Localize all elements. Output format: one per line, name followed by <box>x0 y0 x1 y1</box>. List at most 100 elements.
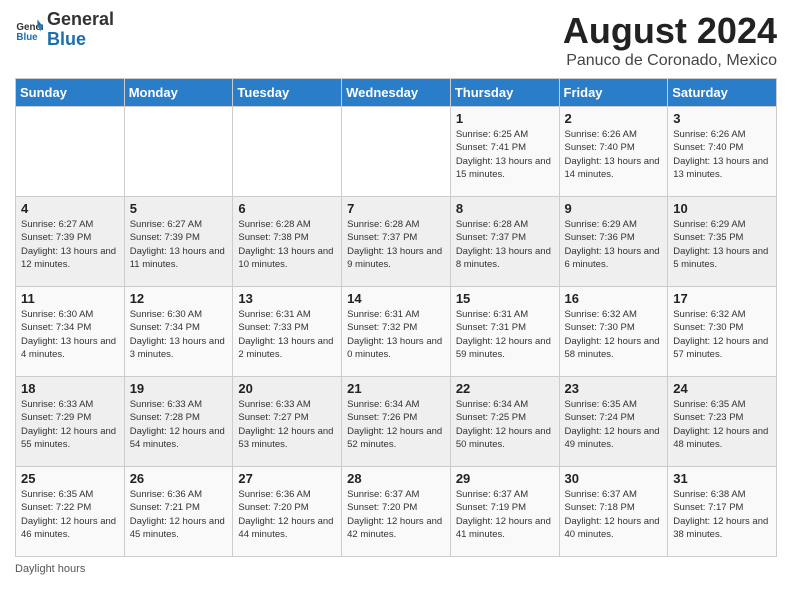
calendar-day-cell: 8Sunrise: 6:28 AMSunset: 7:37 PMDaylight… <box>450 197 559 287</box>
calendar-week-row: 4 Sunrise: 6:27 AMSunset: 7:39 PMDaylight… <box>16 197 777 287</box>
day-info: Sunrise: 6:29 AMSunset: 7:35 PMDaylight:… <box>673 218 771 271</box>
calendar-header-friday: Friday <box>559 79 668 107</box>
day-number: 31 <box>673 471 771 486</box>
calendar-day-cell: 28 Sunrise: 6:37 AMSunset: 7:20 PMDayligh… <box>342 467 451 557</box>
day-number: 4 <box>21 201 119 216</box>
day-info: Sunrise: 6:37 AMSunset: 7:18 PMDaylight:… <box>565 488 663 541</box>
day-info: Sunrise: 6:31 AMSunset: 7:31 PMDaylight:… <box>456 308 554 361</box>
day-info: Sunrise: 6:30 AMSunset: 7:34 PMDaylight:… <box>21 308 119 361</box>
day-info: Sunrise: 6:28 AMSunset: 7:38 PMDaylight:… <box>238 218 336 271</box>
day-number: 3 <box>673 111 771 126</box>
day-info: Sunrise: 6:35 AMSunset: 7:24 PMDaylight:… <box>565 398 663 451</box>
logo-text-blue: Blue <box>47 30 114 50</box>
calendar-day-cell: 1Sunrise: 6:25 AMSunset: 7:41 PMDaylight… <box>450 107 559 197</box>
day-info: Sunrise: 6:35 AMSunset: 7:23 PMDaylight:… <box>673 398 771 451</box>
day-info: Sunrise: 6:37 AMSunset: 7:19 PMDaylight:… <box>456 488 554 541</box>
calendar-day-cell: 31 Sunrise: 6:38 AMSunset: 7:17 PMDayligh… <box>668 467 777 557</box>
day-info: Sunrise: 6:36 AMSunset: 7:21 PMDaylight:… <box>130 488 228 541</box>
calendar-header-thursday: Thursday <box>450 79 559 107</box>
calendar-day-cell: 17 Sunrise: 6:32 AMSunset: 7:30 PMDayligh… <box>668 287 777 377</box>
calendar-day-cell <box>233 107 342 197</box>
page-title: August 2024 <box>563 10 777 52</box>
calendar-day-cell: 18Sunrise: 6:33 AMSunset: 7:29 PMDayligh… <box>16 377 125 467</box>
day-number: 11 <box>21 291 119 306</box>
calendar-day-cell <box>124 107 233 197</box>
day-number: 20 <box>238 381 336 396</box>
day-number: 24 <box>673 381 771 396</box>
day-number: 15 <box>456 291 554 306</box>
calendar-day-cell: 11 Sunrise: 6:30 AMSunset: 7:34 PMDayligh… <box>16 287 125 377</box>
calendar-table: SundayMondayTuesdayWednesdayThursdayFrid… <box>15 78 777 557</box>
day-info: Sunrise: 6:32 AMSunset: 7:30 PMDaylight:… <box>565 308 663 361</box>
day-info: Sunrise: 6:28 AMSunset: 7:37 PMDaylight:… <box>347 218 445 271</box>
calendar-day-cell: 2Sunrise: 6:26 AMSunset: 7:40 PMDaylight… <box>559 107 668 197</box>
day-number: 26 <box>130 471 228 486</box>
day-number: 23 <box>565 381 663 396</box>
day-number: 9 <box>565 201 663 216</box>
calendar-day-cell: 7Sunrise: 6:28 AMSunset: 7:37 PMDaylight… <box>342 197 451 287</box>
logo-icon: General Blue <box>15 16 43 44</box>
calendar-header-monday: Monday <box>124 79 233 107</box>
day-info: Sunrise: 6:31 AMSunset: 7:32 PMDaylight:… <box>347 308 445 361</box>
day-number: 25 <box>21 471 119 486</box>
calendar-day-cell: 4 Sunrise: 6:27 AMSunset: 7:39 PMDaylight… <box>16 197 125 287</box>
day-number: 10 <box>673 201 771 216</box>
day-info: Sunrise: 6:36 AMSunset: 7:20 PMDaylight:… <box>238 488 336 541</box>
calendar-day-cell: 25 Sunrise: 6:35 AMSunset: 7:22 PMDayligh… <box>16 467 125 557</box>
day-info: Sunrise: 6:26 AMSunset: 7:40 PMDaylight:… <box>673 128 771 181</box>
day-info: Sunrise: 6:34 AMSunset: 7:26 PMDaylight:… <box>347 398 445 451</box>
calendar-day-cell: 16 Sunrise: 6:32 AMSunset: 7:30 PMDayligh… <box>559 287 668 377</box>
calendar-week-row: 1Sunrise: 6:25 AMSunset: 7:41 PMDaylight… <box>16 107 777 197</box>
calendar-header-row: SundayMondayTuesdayWednesdayThursdayFrid… <box>16 79 777 107</box>
day-info: Sunrise: 6:37 AMSunset: 7:20 PMDaylight:… <box>347 488 445 541</box>
calendar-day-cell: 30Sunrise: 6:37 AMSunset: 7:18 PMDayligh… <box>559 467 668 557</box>
day-number: 13 <box>238 291 336 306</box>
day-number: 19 <box>130 381 228 396</box>
calendar-header-tuesday: Tuesday <box>233 79 342 107</box>
day-info: Sunrise: 6:33 AMSunset: 7:28 PMDaylight:… <box>130 398 228 451</box>
day-info: Sunrise: 6:35 AMSunset: 7:22 PMDaylight:… <box>21 488 119 541</box>
day-number: 17 <box>673 291 771 306</box>
day-info: Sunrise: 6:33 AMSunset: 7:27 PMDaylight:… <box>238 398 336 451</box>
day-number: 1 <box>456 111 554 126</box>
day-number: 16 <box>565 291 663 306</box>
calendar-day-cell: 6 Sunrise: 6:28 AMSunset: 7:38 PMDaylight… <box>233 197 342 287</box>
day-info: Sunrise: 6:32 AMSunset: 7:30 PMDaylight:… <box>673 308 771 361</box>
day-info: Sunrise: 6:30 AMSunset: 7:34 PMDaylight:… <box>130 308 228 361</box>
logo-text-general: General <box>47 10 114 30</box>
calendar-day-cell: 3 Sunrise: 6:26 AMSunset: 7:40 PMDaylight… <box>668 107 777 197</box>
day-info: Sunrise: 6:29 AMSunset: 7:36 PMDaylight:… <box>565 218 663 271</box>
day-number: 27 <box>238 471 336 486</box>
calendar-day-cell: 14 Sunrise: 6:31 AMSunset: 7:32 PMDayligh… <box>342 287 451 377</box>
calendar-header-saturday: Saturday <box>668 79 777 107</box>
calendar-day-cell: 22Sunrise: 6:34 AMSunset: 7:25 PMDayligh… <box>450 377 559 467</box>
day-number: 12 <box>130 291 228 306</box>
calendar-week-row: 18Sunrise: 6:33 AMSunset: 7:29 PMDayligh… <box>16 377 777 467</box>
calendar-day-cell: 24 Sunrise: 6:35 AMSunset: 7:23 PMDayligh… <box>668 377 777 467</box>
day-info: Sunrise: 6:38 AMSunset: 7:17 PMDaylight:… <box>673 488 771 541</box>
calendar-header-wednesday: Wednesday <box>342 79 451 107</box>
calendar-day-cell: 26 Sunrise: 6:36 AMSunset: 7:21 PMDayligh… <box>124 467 233 557</box>
page-header: General Blue General Blue August 2024 Pa… <box>15 10 777 70</box>
calendar-day-cell: 5Sunrise: 6:27 AMSunset: 7:39 PMDaylight… <box>124 197 233 287</box>
day-info: Sunrise: 6:26 AMSunset: 7:40 PMDaylight:… <box>565 128 663 181</box>
day-number: 14 <box>347 291 445 306</box>
page-subtitle: Panuco de Coronado, Mexico <box>563 52 777 70</box>
calendar-day-cell: 9 Sunrise: 6:29 AMSunset: 7:36 PMDaylight… <box>559 197 668 287</box>
calendar-header-sunday: Sunday <box>16 79 125 107</box>
title-block: August 2024 Panuco de Coronado, Mexico <box>563 10 777 70</box>
day-number: 22 <box>456 381 554 396</box>
day-number: 21 <box>347 381 445 396</box>
calendar-week-row: 11 Sunrise: 6:30 AMSunset: 7:34 PMDayligh… <box>16 287 777 377</box>
calendar-day-cell: 15 Sunrise: 6:31 AMSunset: 7:31 PMDayligh… <box>450 287 559 377</box>
calendar-day-cell: 29 Sunrise: 6:37 AMSunset: 7:19 PMDayligh… <box>450 467 559 557</box>
calendar-day-cell: 19 Sunrise: 6:33 AMSunset: 7:28 PMDayligh… <box>124 377 233 467</box>
day-number: 29 <box>456 471 554 486</box>
day-info: Sunrise: 6:27 AMSunset: 7:39 PMDaylight:… <box>21 218 119 271</box>
calendar-day-cell: 27 Sunrise: 6:36 AMSunset: 7:20 PMDayligh… <box>233 467 342 557</box>
day-info: Sunrise: 6:27 AMSunset: 7:39 PMDaylight:… <box>130 218 228 271</box>
day-number: 6 <box>238 201 336 216</box>
calendar-day-cell <box>342 107 451 197</box>
logo: General Blue General Blue <box>15 10 114 50</box>
day-number: 28 <box>347 471 445 486</box>
